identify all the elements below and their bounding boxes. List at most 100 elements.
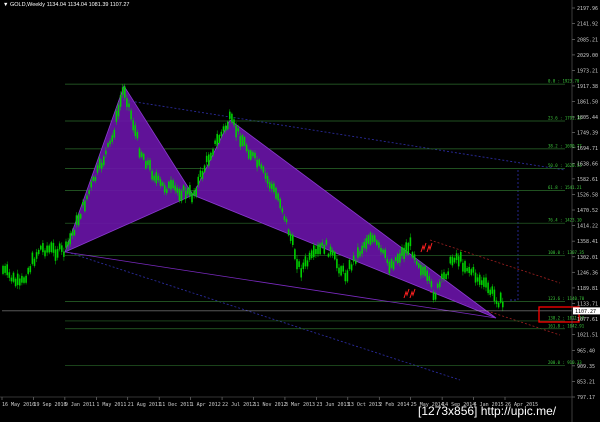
candle-body bbox=[94, 177, 97, 181]
candle-body bbox=[239, 136, 242, 147]
candle-body bbox=[373, 235, 376, 242]
candle-body bbox=[2, 265, 4, 274]
fib-label: 61.8 : 1541.21 bbox=[548, 185, 582, 190]
candle-body bbox=[334, 251, 336, 260]
candle-body bbox=[145, 160, 147, 169]
price-tick-label: 853.21 bbox=[577, 379, 595, 385]
price-tick-label: 1133.71 bbox=[577, 302, 598, 308]
candle-body bbox=[250, 150, 252, 160]
date-tick-label: 2 Feb 2014 bbox=[379, 402, 409, 408]
fib-label: 76.4 : 1423.10 bbox=[548, 218, 582, 223]
price-tick-label: 909.35 bbox=[577, 364, 595, 370]
fib-label: 123.6 : 1140.70 bbox=[548, 296, 585, 301]
date-tick-label: 1 Apr 2012 bbox=[191, 402, 221, 408]
candle-body bbox=[313, 245, 315, 258]
price-tick-label: 1302.01 bbox=[577, 255, 598, 261]
fib-label: 161.8 : 1042.91 bbox=[548, 323, 585, 328]
candle-body bbox=[422, 266, 424, 275]
candle-body bbox=[382, 249, 384, 254]
candle-body bbox=[40, 245, 42, 250]
candle-body bbox=[199, 170, 202, 177]
price-tick-label: 2197.96 bbox=[577, 6, 598, 12]
date-tick-label: 3 Mar 2013 bbox=[285, 402, 315, 408]
candle-body bbox=[342, 265, 344, 272]
candle-body bbox=[489, 289, 491, 295]
candle-body bbox=[8, 272, 11, 278]
candle-body bbox=[235, 125, 237, 138]
fib-label: 0.0 : 1923.70 bbox=[548, 79, 580, 84]
candle-body bbox=[128, 103, 130, 108]
candle-body bbox=[35, 252, 38, 259]
candle-body bbox=[54, 249, 57, 261]
candle-body bbox=[361, 245, 363, 254]
candle-body bbox=[247, 150, 250, 159]
candle-body bbox=[493, 289, 496, 302]
candle-body bbox=[117, 105, 120, 117]
candle-body bbox=[436, 283, 439, 288]
candle-body bbox=[170, 179, 172, 190]
candle-body bbox=[445, 274, 447, 280]
date-tick-label: 22 Jul 2012 bbox=[222, 402, 255, 408]
candle-body bbox=[12, 272, 15, 282]
upper-channel-line bbox=[122, 99, 566, 171]
candle-body bbox=[111, 135, 113, 142]
candle-body bbox=[256, 159, 258, 168]
candle-body bbox=[155, 172, 158, 184]
candle-body bbox=[134, 125, 137, 137]
candle-body bbox=[201, 171, 204, 179]
candle-body bbox=[348, 260, 351, 270]
candle-body bbox=[371, 235, 374, 243]
price-axis: 2197.96 2141.92 2085.21 2029.00 1973.21 1917.… bbox=[572, 6, 600, 401]
candle-body bbox=[277, 193, 279, 201]
candle-body bbox=[283, 216, 286, 220]
candle-body bbox=[399, 253, 401, 263]
candle-body bbox=[63, 251, 65, 257]
red-arrow-icon bbox=[409, 288, 416, 299]
price-tick-label: 1917.38 bbox=[577, 84, 598, 90]
price-tick-label: 2141.92 bbox=[577, 22, 598, 28]
candle-body bbox=[355, 260, 357, 264]
candle-body bbox=[124, 86, 126, 98]
date-tick-label: 11 Dec 2011 bbox=[159, 402, 192, 408]
candle-body bbox=[426, 270, 428, 281]
candle-body bbox=[159, 179, 162, 186]
candle-body bbox=[254, 152, 256, 159]
candle-body bbox=[222, 126, 225, 132]
candle-body bbox=[166, 189, 168, 194]
candle-body bbox=[58, 243, 61, 250]
candle-body bbox=[245, 144, 248, 152]
candle-body bbox=[264, 173, 267, 179]
candle-body bbox=[336, 258, 338, 269]
candle-body bbox=[82, 202, 84, 206]
date-tick-label: 16 May 2010 bbox=[2, 402, 35, 408]
candle-body bbox=[325, 239, 328, 245]
price-chart[interactable]: 0.0 : 1923.7023.6 : 1791.1538.2 : 1690.7… bbox=[0, 0, 600, 422]
candle-body bbox=[29, 266, 32, 273]
candle-body bbox=[367, 235, 370, 244]
candle-body bbox=[210, 152, 212, 160]
candle-body bbox=[392, 261, 395, 270]
candle-body bbox=[376, 240, 378, 245]
candle-body bbox=[189, 185, 191, 197]
candle-body bbox=[352, 255, 355, 262]
candle-body bbox=[79, 214, 82, 219]
candle-body bbox=[302, 262, 305, 270]
price-tick-label: 1246.36 bbox=[577, 270, 598, 276]
candle-body bbox=[182, 185, 185, 191]
candle-body bbox=[42, 243, 44, 253]
candle-body bbox=[329, 246, 332, 255]
candle-body bbox=[319, 243, 321, 255]
price-tick-label: 1414.22 bbox=[577, 224, 598, 230]
candle-body bbox=[478, 274, 481, 285]
candle-body bbox=[476, 277, 479, 282]
candle-body bbox=[75, 215, 78, 225]
candle-body bbox=[495, 300, 498, 304]
candle-body bbox=[224, 125, 227, 131]
candle-body bbox=[191, 192, 193, 203]
candle-body bbox=[96, 165, 99, 173]
candle-body bbox=[420, 265, 422, 276]
candle-body bbox=[119, 95, 122, 107]
candle-body bbox=[6, 264, 8, 276]
candle-body bbox=[67, 241, 69, 246]
candle-body bbox=[44, 250, 46, 257]
